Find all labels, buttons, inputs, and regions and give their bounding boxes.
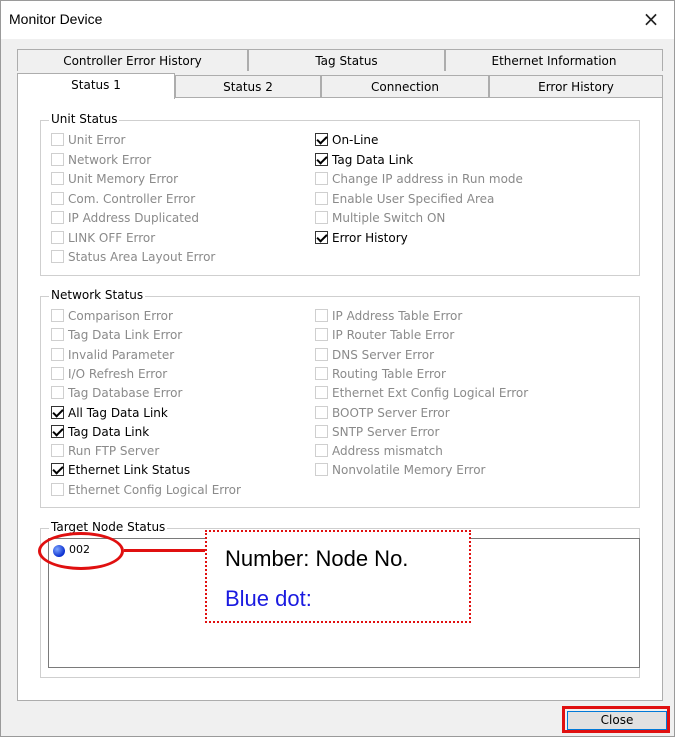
title-bar: Monitor Device × bbox=[1, 1, 674, 39]
annotation-line-2: Blue dot: bbox=[225, 586, 312, 611]
checkbox-on-line[interactable] bbox=[315, 133, 328, 146]
checkbox-unit-memory-error[interactable] bbox=[51, 172, 64, 185]
checkbox-label-nonvolatile-memory-error: Nonvolatile Memory Error bbox=[332, 463, 486, 478]
checkbox-invalid-parameter[interactable] bbox=[51, 347, 64, 361]
checkbox-comparison-error[interactable] bbox=[51, 309, 64, 322]
tab-status-1[interactable]: Status 1 bbox=[17, 73, 175, 99]
unit-status-group: Unit Status Unit Error Network Error Unit … bbox=[40, 112, 640, 276]
checkbox-tag-database-error[interactable] bbox=[51, 386, 64, 400]
annotation-callout: Number: Node No. Blue dot: bbox=[205, 530, 471, 623]
checkbox-tag-data-link-error[interactable] bbox=[51, 328, 64, 342]
checkbox-label-change-ip-address-in-run-mode: Change IP address in Run mode bbox=[332, 172, 523, 186]
checkbox-ip-address-duplicated[interactable] bbox=[51, 211, 64, 224]
checkbox-i-o-refresh-error[interactable] bbox=[51, 366, 64, 380]
checkbox-multiple-switch-on[interactable] bbox=[315, 211, 328, 224]
checkbox-bootp-server-error[interactable] bbox=[315, 405, 328, 419]
checkbox-sntp-server-error[interactable] bbox=[315, 424, 328, 438]
checkbox-label-ip-address-duplicated: IP Address Duplicated bbox=[68, 211, 199, 225]
checkbox-label-tag-database-error: Tag Database Error bbox=[68, 386, 183, 401]
annotation-connector bbox=[124, 549, 206, 552]
checkbox-label-status-area-layout-error: Status Area Layout Error bbox=[68, 250, 216, 264]
checkbox-tag-data-link[interactable] bbox=[315, 152, 328, 166]
checkbox-label-on-line: On-Line bbox=[332, 133, 379, 147]
checkbox-label-all-tag-data-link: All Tag Data Link bbox=[68, 405, 168, 420]
checkbox-link-off-error[interactable] bbox=[51, 230, 64, 244]
checkbox-ethernet-config-logical-error[interactable] bbox=[51, 482, 64, 496]
close-icon[interactable]: × bbox=[634, 5, 668, 33]
checkbox-label-address-mismatch: Address mismatch bbox=[332, 444, 443, 459]
checkbox-ethernet-ext-config-logical-error[interactable] bbox=[315, 386, 328, 400]
checkbox-label-sntp-server-error: SNTP Server Error bbox=[332, 424, 440, 439]
checkbox-nonvolatile-memory-error[interactable] bbox=[315, 463, 328, 477]
checkbox-error-history[interactable] bbox=[315, 230, 328, 244]
checkbox-enable-user-specified-area[interactable] bbox=[315, 191, 328, 205]
checkbox-label-i-o-refresh-error: I/O Refresh Error bbox=[68, 366, 168, 381]
checkbox-com-controller-error[interactable] bbox=[51, 191, 64, 205]
tab-error-history[interactable]: Error History bbox=[489, 75, 663, 97]
checkbox-ethernet-link-status[interactable] bbox=[51, 463, 64, 477]
tab-status-2[interactable]: Status 2 bbox=[175, 75, 321, 97]
target-node-status-label: Target Node Status bbox=[49, 520, 168, 534]
checkbox-ip-router-table-error[interactable] bbox=[315, 328, 328, 342]
checkbox-unit-error[interactable] bbox=[51, 133, 64, 146]
checkbox-routing-table-error[interactable] bbox=[315, 366, 328, 380]
network-status-label: Network Status bbox=[49, 288, 146, 302]
annotation-line-1: Number: Node No. bbox=[225, 546, 409, 571]
checkbox-network-error[interactable] bbox=[51, 152, 64, 166]
annotation-ellipse bbox=[38, 532, 124, 570]
checkbox-label-routing-table-error: Routing Table Error bbox=[332, 366, 446, 381]
tab-ethernet-information[interactable]: Ethernet Information bbox=[445, 49, 663, 71]
checkbox-address-mismatch[interactable] bbox=[315, 444, 328, 458]
window-title: Monitor Device bbox=[9, 11, 103, 27]
checkbox-all-tag-data-link[interactable] bbox=[51, 405, 64, 419]
checkbox-label-bootp-server-error: BOOTP Server Error bbox=[332, 405, 450, 420]
tab-controller-error-history[interactable]: Controller Error History bbox=[17, 49, 248, 71]
checkbox-label-unit-error: Unit Error bbox=[68, 133, 126, 147]
checkbox-label-ethernet-config-logical-error: Ethernet Config Logical Error bbox=[68, 482, 241, 497]
checkbox-run-ftp-server[interactable] bbox=[51, 444, 64, 458]
tab-strip: Controller Error History Tag Status Ethe… bbox=[17, 49, 663, 101]
monitor-device-window: Monitor Device × Controller Error Histor… bbox=[0, 0, 675, 737]
tab-tag-status[interactable]: Tag Status bbox=[248, 49, 445, 71]
checkbox-label-error-history: Error History bbox=[332, 230, 408, 245]
checkbox-dns-server-error[interactable] bbox=[315, 347, 328, 361]
checkbox-label-enable-user-specified-area: Enable User Specified Area bbox=[332, 191, 495, 206]
checkbox-tag-data-link[interactable] bbox=[51, 424, 64, 438]
status-1-panel: Unit Status Unit Error Network Error Unit … bbox=[17, 97, 663, 701]
checkbox-label-invalid-parameter: Invalid Parameter bbox=[68, 347, 175, 362]
checkbox-label-network-error: Network Error bbox=[68, 152, 152, 167]
network-status-group: Network Status Comparison Error Tag Data … bbox=[40, 288, 640, 508]
checkbox-label-comparison-error: Comparison Error bbox=[68, 309, 173, 323]
checkbox-status-area-layout-error[interactable] bbox=[51, 250, 64, 263]
checkbox-label-ethernet-ext-config-logical-error: Ethernet Ext Config Logical Error bbox=[332, 386, 529, 401]
checkbox-label-ip-router-table-error: IP Router Table Error bbox=[332, 328, 455, 343]
checkbox-label-dns-server-error: DNS Server Error bbox=[332, 347, 435, 362]
checkbox-label-com-controller-error: Com. Controller Error bbox=[68, 191, 196, 206]
checkbox-label-tag-data-link: Tag Data Link bbox=[332, 152, 414, 167]
checkbox-change-ip-address-in-run-mode[interactable] bbox=[315, 172, 328, 185]
checkbox-label-tag-data-link: Tag Data Link bbox=[68, 424, 150, 439]
checkbox-label-multiple-switch-on: Multiple Switch ON bbox=[332, 211, 446, 225]
close-button[interactable]: Close bbox=[567, 711, 667, 730]
checkbox-ip-address-table-error[interactable] bbox=[315, 309, 328, 322]
tab-connection[interactable]: Connection bbox=[321, 75, 489, 97]
checkbox-label-run-ftp-server: Run FTP Server bbox=[68, 444, 160, 459]
checkbox-label-ethernet-link-status: Ethernet Link Status bbox=[68, 463, 191, 478]
checkbox-label-unit-memory-error: Unit Memory Error bbox=[68, 172, 179, 186]
checkbox-label-tag-data-link-error: Tag Data Link Error bbox=[68, 328, 183, 343]
close-button-highlight: Close bbox=[562, 706, 670, 733]
checkbox-label-link-off-error: LINK OFF Error bbox=[68, 230, 156, 245]
checkbox-label-ip-address-table-error: IP Address Table Error bbox=[332, 309, 463, 323]
unit-status-label: Unit Status bbox=[49, 112, 120, 126]
